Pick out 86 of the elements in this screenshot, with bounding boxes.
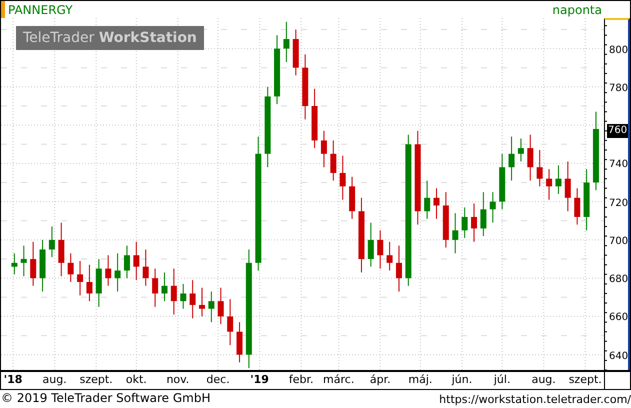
candle	[58, 222, 64, 277]
candle	[283, 21, 290, 62]
candle	[170, 268, 177, 316]
date-label: aug.	[42, 373, 67, 386]
candle	[386, 241, 393, 272]
candle	[518, 138, 524, 162]
candle	[546, 168, 552, 200]
candle	[340, 155, 346, 200]
date-label: ápr.	[370, 373, 391, 386]
url-text: https://workstation.teletrader.com/	[439, 392, 631, 406]
candle	[86, 264, 92, 302]
price-label: 740	[609, 159, 628, 172]
price-label: 640	[609, 350, 628, 363]
candle	[490, 192, 496, 224]
candle	[452, 212, 458, 254]
candle	[180, 283, 186, 310]
candle	[499, 153, 506, 210]
candle	[434, 188, 440, 220]
date-label: nov.	[166, 373, 190, 386]
date-label: márc.	[323, 373, 354, 386]
candle	[208, 291, 214, 323]
candle	[133, 241, 140, 281]
date-label: '18	[4, 373, 22, 386]
brand-logo: TeleTrader WorkStation	[16, 26, 204, 50]
candle	[312, 88, 318, 149]
date-label: szept.	[568, 373, 602, 386]
candle	[48, 226, 55, 258]
candle	[218, 287, 224, 325]
candle	[11, 252, 18, 275]
marker-icon	[1, 1, 5, 18]
candle	[152, 268, 158, 308]
candle	[292, 28, 299, 76]
candle	[236, 322, 243, 363]
candle	[555, 164, 562, 194]
date-label: '19	[250, 373, 269, 386]
candle	[442, 192, 449, 248]
candle	[396, 245, 402, 292]
date-label: szept.	[80, 373, 113, 386]
copyright-text: © 2019 TeleTrader Software GmbH	[1, 391, 211, 406]
candle	[77, 260, 84, 296]
candle	[574, 188, 580, 226]
candle	[424, 180, 430, 220]
candle	[462, 206, 468, 238]
interval-label: naponta	[552, 2, 602, 16]
date-label: okt.	[126, 373, 147, 386]
candle	[320, 130, 327, 168]
date-label: jún.	[452, 373, 472, 386]
candle	[302, 54, 308, 120]
candle	[199, 287, 205, 317]
candle	[471, 203, 478, 242]
candle	[142, 248, 149, 286]
price-label: 720	[609, 198, 628, 210]
price-label: 780	[609, 82, 628, 95]
candle	[105, 254, 112, 286]
candle	[508, 136, 515, 182]
price-label: 700	[609, 236, 628, 248]
candle	[30, 241, 36, 286]
candle	[377, 230, 384, 270]
last-price-badge: 760	[607, 124, 628, 138]
candle	[68, 252, 74, 282]
date-label: júl.	[494, 373, 510, 386]
price-label: 660	[609, 312, 628, 324]
date-label: máj.	[408, 373, 432, 386]
symbol-label: PANNERGY	[8, 2, 73, 16]
candle	[40, 239, 46, 292]
candle	[227, 298, 234, 346]
candle	[584, 168, 590, 231]
date-label: dec.	[206, 373, 230, 386]
candle	[190, 280, 196, 319]
candle	[564, 160, 571, 212]
candle	[161, 272, 168, 302]
price-label: 680	[609, 274, 628, 286]
candle	[349, 176, 356, 220]
date-label: aug.	[532, 373, 556, 386]
candle	[274, 34, 280, 105]
candle	[527, 134, 534, 182]
candle	[480, 192, 486, 237]
candle	[124, 245, 130, 279]
candle	[330, 140, 336, 182]
candle	[368, 222, 374, 268]
candle	[96, 258, 102, 308]
candle	[20, 245, 27, 277]
candle	[114, 252, 121, 292]
price-label: 800	[609, 44, 628, 57]
candle	[536, 150, 543, 187]
date-label: febr.	[288, 373, 314, 386]
